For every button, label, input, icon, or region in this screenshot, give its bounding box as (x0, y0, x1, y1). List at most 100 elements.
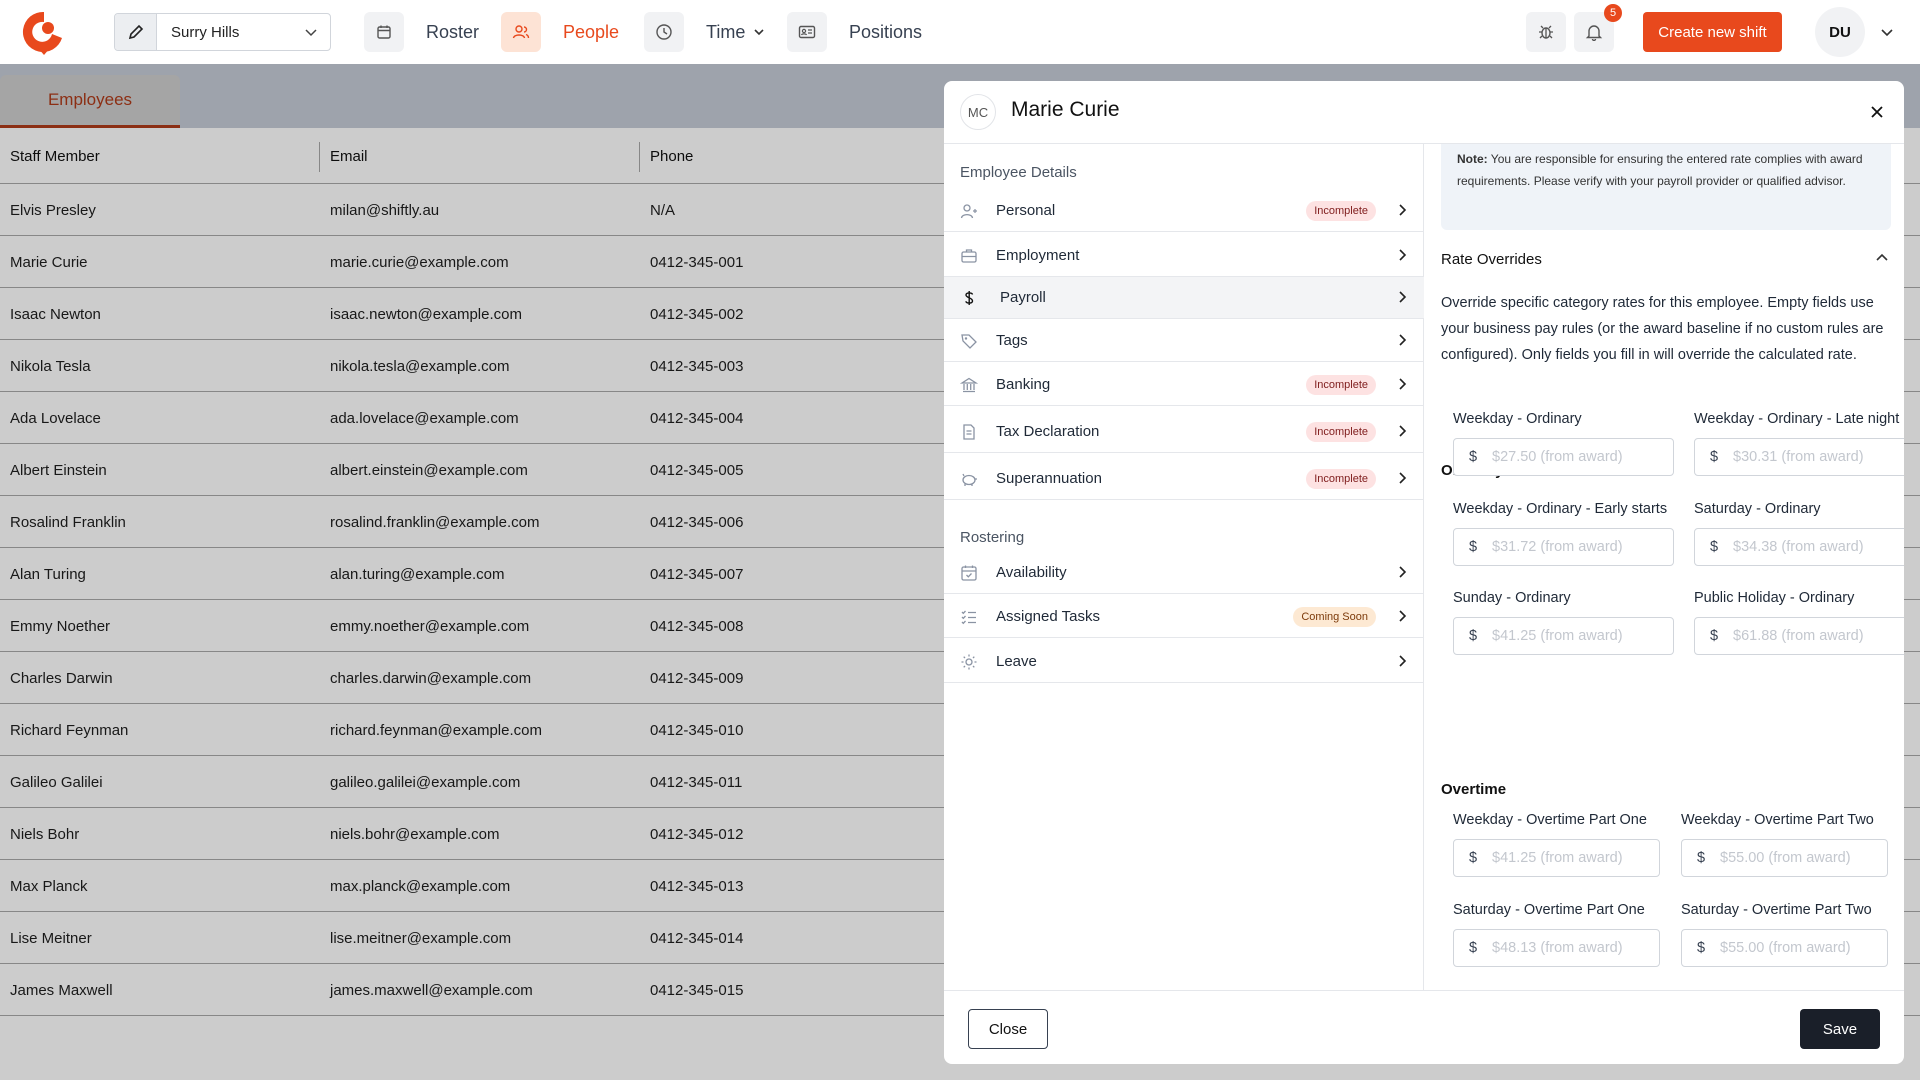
bug-report-button[interactable] (1526, 12, 1566, 52)
chevron-right-icon (1394, 202, 1410, 218)
tag-icon (960, 332, 978, 350)
nav-positions[interactable]: Positions (787, 12, 922, 52)
rate-input[interactable]: $ $41.25 (from award) (1453, 839, 1660, 877)
bank-icon (960, 376, 978, 394)
nav-time[interactable]: Time (644, 12, 765, 52)
menu-item-leave[interactable]: Leave (944, 641, 1424, 683)
rate-input[interactable]: $ $41.25 (from award) (1453, 617, 1674, 655)
menu-item-label: Employment (996, 247, 1080, 264)
currency-symbol: $ (1468, 449, 1478, 465)
nav-roster[interactable]: Roster (364, 12, 479, 52)
menu-item-tax-declaration[interactable]: Tax Declaration Incomplete (944, 411, 1424, 453)
chevron-right-icon (1394, 376, 1410, 392)
person-icon (960, 202, 978, 220)
menu-item-personal[interactable]: Personal Incomplete (944, 190, 1424, 232)
briefcase-icon (960, 247, 978, 265)
payroll-panel: Note: You are responsible for ensuring t… (1425, 144, 1904, 990)
menu-item-tags[interactable]: Tags (944, 320, 1424, 362)
chevron-right-icon (1394, 564, 1410, 580)
rate-input[interactable]: $ $48.13 (from award) (1453, 929, 1660, 967)
chevron-right-icon (1394, 608, 1410, 624)
save-button[interactable]: Save (1800, 1009, 1880, 1049)
create-new-shift-button[interactable]: Create new shift (1643, 12, 1782, 52)
rate-input[interactable]: $ $55.00 (from award) (1681, 839, 1888, 877)
rate-input[interactable]: $ $30.31 (from award) (1694, 438, 1904, 476)
rate-input[interactable]: $ $31.72 (from award) (1453, 528, 1674, 566)
menu-item-label: Tax Declaration (996, 423, 1100, 440)
modal-footer: Close Save (944, 990, 1904, 1064)
piggy-bank-icon (960, 470, 978, 488)
notification-badge: 5 (1604, 4, 1622, 22)
dollar-icon (960, 289, 978, 307)
rate-placeholder: $41.25 (from award) (1492, 850, 1623, 866)
employee-sections-menu: Employee Details Personal Incomplete Emplo… (944, 144, 1424, 990)
currency-symbol: $ (1468, 850, 1478, 866)
rate-placeholder: $61.88 (from award) (1733, 628, 1864, 644)
currency-symbol: $ (1696, 850, 1706, 866)
nav-people[interactable]: People (501, 12, 619, 52)
rate-input[interactable]: $ $27.50 (from award) (1453, 438, 1674, 476)
currency-symbol: $ (1468, 539, 1478, 555)
menu-item-label: Tags (996, 332, 1028, 349)
rate-placeholder: $55.00 (from award) (1720, 850, 1851, 866)
currency-symbol: $ (1468, 628, 1478, 644)
chevron-right-icon (1394, 653, 1410, 669)
status-badge: Incomplete (1306, 374, 1376, 395)
employee-avatar: MC (960, 94, 996, 130)
bell-icon (1585, 23, 1603, 41)
close-button[interactable]: Close (968, 1009, 1048, 1049)
section-employee-details: Employee Details (960, 164, 1077, 181)
rate-field-label: Saturday - Overtime Part One (1453, 902, 1645, 918)
menu-item-superannuation[interactable]: Superannuation Incomplete (944, 458, 1424, 500)
close-icon[interactable] (1866, 101, 1888, 123)
sun-icon (960, 653, 978, 671)
calendar-check-icon (960, 564, 978, 582)
top-navigation: Surry Hills Roster People Time Positions (0, 0, 1920, 64)
calendar-icon (364, 12, 404, 52)
rate-input[interactable]: $ $55.00 (from award) (1681, 929, 1888, 967)
rate-field-label: Weekday - Overtime Part One (1453, 812, 1647, 828)
rate-placeholder: $48.13 (from award) (1492, 940, 1623, 956)
rate-placeholder: $30.31 (from award) (1733, 449, 1864, 465)
chevron-right-icon (1394, 423, 1410, 439)
chevron-right-icon (1394, 247, 1410, 263)
nav-roster-label: Roster (426, 21, 480, 42)
rate-placeholder: $27.50 (from award) (1492, 449, 1623, 465)
compliance-note: Note: You are responsible for ensuring t… (1441, 144, 1891, 230)
rate-input[interactable]: $ $61.88 (from award) (1694, 617, 1904, 655)
menu-item-label: Personal (996, 202, 1056, 219)
employee-modal: MC Marie Curie Employee Details Personal… (944, 81, 1904, 1064)
user-avatar[interactable]: DU (1815, 7, 1865, 57)
overtime-heading: Overtime (1441, 781, 1507, 798)
modal-header: MC Marie Curie (944, 81, 1904, 144)
rate-field-label: Weekday - Ordinary - Early starts (1453, 501, 1668, 517)
app-logo[interactable] (22, 8, 66, 56)
chevron-down-icon[interactable] (1880, 26, 1894, 40)
nav-people-label: People (563, 21, 620, 42)
menu-item-payroll[interactable]: Payroll (944, 277, 1424, 319)
pencil-icon (115, 14, 157, 50)
menu-item-employment[interactable]: Employment (944, 235, 1424, 277)
rate-field-label: Public Holiday - Ordinary (1694, 590, 1855, 606)
chevron-right-icon (1394, 332, 1410, 348)
chevron-up-icon[interactable] (1874, 250, 1890, 266)
rate-input[interactable]: $ $34.38 (from award) (1694, 528, 1904, 566)
chevron-down-icon (304, 25, 318, 39)
chevron-right-icon (1394, 470, 1410, 486)
rate-field-label: Weekday - Ordinary (1453, 411, 1582, 427)
rate-field-label: Saturday - Ordinary (1694, 501, 1821, 517)
notifications-button[interactable]: 5 (1574, 4, 1622, 52)
menu-item-banking[interactable]: Banking Incomplete (944, 364, 1424, 406)
rate-field-label: Weekday - Overtime Part Two (1681, 812, 1874, 828)
menu-item-availability[interactable]: Availability (944, 552, 1424, 594)
menu-item-assigned-tasks[interactable]: Assigned Tasks Coming Soon (944, 596, 1424, 638)
location-value: Surry Hills (171, 23, 240, 41)
chevron-right-icon (1394, 289, 1410, 305)
location-select[interactable]: Surry Hills (114, 13, 331, 51)
menu-item-label: Availability (996, 564, 1067, 581)
status-badge: Incomplete (1306, 200, 1376, 221)
rate-field-label: Saturday - Overtime Part Two (1681, 902, 1872, 918)
menu-item-label: Payroll (1000, 289, 1046, 306)
currency-symbol: $ (1709, 539, 1719, 555)
status-badge: Incomplete (1306, 421, 1376, 442)
